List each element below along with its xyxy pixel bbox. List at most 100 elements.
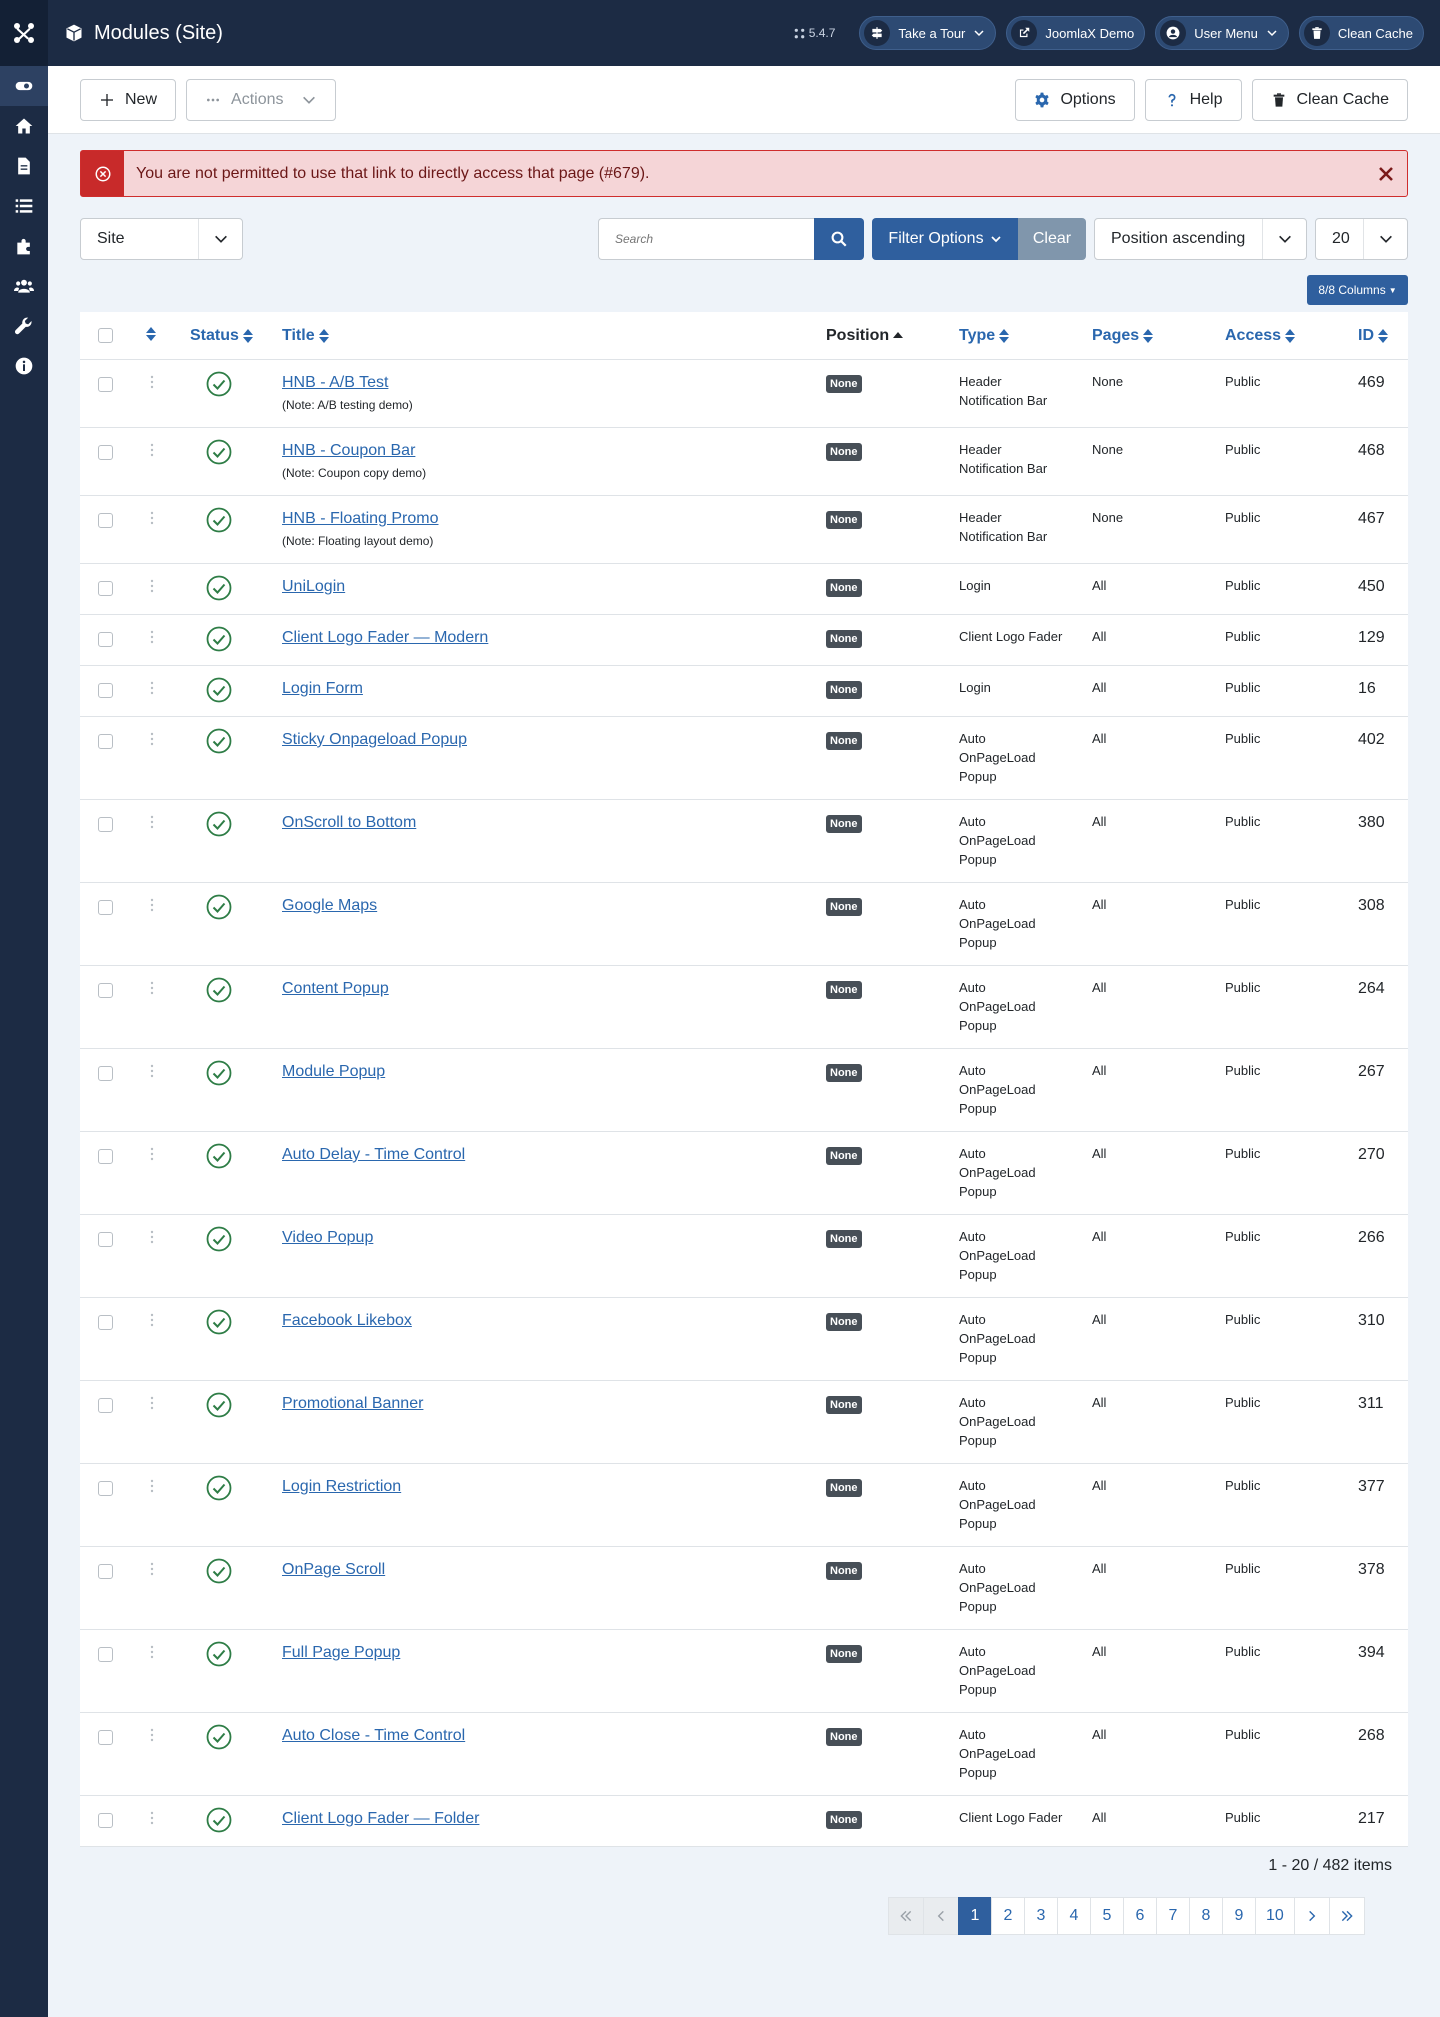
published-check-icon[interactable]	[206, 1558, 232, 1584]
page-button[interactable]: 8	[1189, 1897, 1223, 1935]
next-page-button[interactable]	[1293, 1897, 1330, 1935]
drag-handle-icon[interactable]	[150, 443, 154, 457]
page-button[interactable]: 5	[1090, 1897, 1124, 1935]
module-title-link[interactable]: Login Form	[282, 680, 363, 698]
module-title-link[interactable]: Promotional Banner	[282, 1395, 423, 1413]
drag-handle-icon[interactable]	[150, 1396, 154, 1410]
drag-handle-icon[interactable]	[150, 511, 154, 525]
row-checkbox[interactable]	[98, 1564, 113, 1579]
published-check-icon[interactable]	[206, 1475, 232, 1501]
row-checkbox[interactable]	[98, 513, 113, 528]
published-check-icon[interactable]	[206, 1641, 232, 1667]
drag-handle-icon[interactable]	[150, 732, 154, 746]
ordering-select[interactable]: Position ascending	[1094, 218, 1307, 260]
row-checkbox[interactable]	[98, 900, 113, 915]
published-check-icon[interactable]	[206, 371, 232, 397]
page-button[interactable]: 7	[1156, 1897, 1190, 1935]
module-title-link[interactable]: Facebook Likebox	[282, 1312, 412, 1330]
row-checkbox[interactable]	[98, 683, 113, 698]
row-checkbox[interactable]	[98, 1149, 113, 1164]
published-check-icon[interactable]	[206, 1060, 232, 1086]
row-checkbox[interactable]	[98, 377, 113, 392]
published-check-icon[interactable]	[206, 1392, 232, 1418]
published-check-icon[interactable]	[206, 439, 232, 465]
module-title-link[interactable]: UniLogin	[282, 578, 345, 596]
users-icon[interactable]	[0, 266, 48, 306]
previous-page-button[interactable]	[923, 1897, 959, 1935]
drag-handle-icon[interactable]	[150, 815, 154, 829]
row-checkbox[interactable]	[98, 817, 113, 832]
published-check-icon[interactable]	[206, 728, 232, 754]
row-checkbox[interactable]	[98, 734, 113, 749]
published-check-icon[interactable]	[206, 1724, 232, 1750]
page-button[interactable]: 3	[1024, 1897, 1058, 1935]
page-button[interactable]: 9	[1222, 1897, 1256, 1935]
search-input[interactable]	[598, 218, 814, 260]
published-check-icon[interactable]	[206, 1143, 232, 1169]
module-title-link[interactable]: Google Maps	[282, 897, 377, 915]
published-check-icon[interactable]	[206, 626, 232, 652]
actions-button[interactable]: Actions	[186, 78, 337, 121]
drag-handle-icon[interactable]	[150, 1230, 154, 1244]
page-button[interactable]: 1	[958, 1897, 992, 1935]
module-title-link[interactable]: Auto Delay - Time Control	[282, 1146, 465, 1164]
module-title-link[interactable]: HNB - Coupon Bar	[282, 442, 415, 460]
module-title-link[interactable]: HNB - Floating Promo	[282, 510, 439, 528]
options-button[interactable]: Options	[1015, 78, 1135, 121]
id-header[interactable]: ID	[1358, 327, 1388, 345]
module-title-link[interactable]: Content Popup	[282, 980, 389, 998]
clear-button[interactable]: Clear	[1018, 218, 1086, 260]
home-icon[interactable]	[0, 106, 48, 146]
page-button[interactable]: 2	[991, 1897, 1025, 1935]
drag-handle-icon[interactable]	[150, 1147, 154, 1161]
module-title-link[interactable]: OnPage Scroll	[282, 1561, 385, 1579]
file-icon[interactable]	[0, 146, 48, 186]
page-button[interactable]: 6	[1123, 1897, 1157, 1935]
info-icon[interactable]	[0, 346, 48, 386]
site-preview-button[interactable]: JoomlaX Demo	[1006, 16, 1146, 50]
published-check-icon[interactable]	[206, 677, 232, 703]
module-title-link[interactable]: Sticky Onpageload Popup	[282, 731, 467, 749]
published-check-icon[interactable]	[206, 811, 232, 837]
published-check-icon[interactable]	[206, 1309, 232, 1335]
position-header[interactable]: Position	[826, 327, 904, 345]
drag-handle-icon[interactable]	[150, 1645, 154, 1659]
new-button[interactable]: New	[80, 78, 177, 121]
published-check-icon[interactable]	[206, 1807, 232, 1833]
header-clean-cache-button[interactable]: Clean Cache	[1298, 16, 1424, 50]
module-title-link[interactable]: Video Popup	[282, 1229, 373, 1247]
module-title-link[interactable]: Login Restriction	[282, 1478, 401, 1496]
module-title-link[interactable]: Full Page Popup	[282, 1644, 400, 1662]
close-icon[interactable]	[1377, 165, 1395, 183]
drag-handle-icon[interactable]	[150, 375, 154, 389]
take-a-tour-button[interactable]: Take a Tour	[859, 16, 997, 50]
row-checkbox[interactable]	[98, 1481, 113, 1496]
module-title-link[interactable]: Auto Close - Time Control	[282, 1727, 465, 1745]
search-button[interactable]	[814, 218, 864, 260]
drag-handle-icon[interactable]	[150, 1728, 154, 1742]
user-menu-button[interactable]: User Menu	[1155, 16, 1289, 50]
drag-handle-icon[interactable]	[150, 630, 154, 644]
limit-select[interactable]: 20	[1315, 218, 1408, 260]
drag-handle-icon[interactable]	[150, 1064, 154, 1078]
pages-header[interactable]: Pages	[1092, 327, 1154, 345]
row-checkbox[interactable]	[98, 1813, 113, 1828]
module-title-link[interactable]: Module Popup	[282, 1063, 385, 1081]
drag-handle-icon[interactable]	[150, 898, 154, 912]
row-checkbox[interactable]	[98, 445, 113, 460]
module-title-link[interactable]: Client Logo Fader — Modern	[282, 629, 488, 647]
published-check-icon[interactable]	[206, 977, 232, 1003]
drag-handle-icon[interactable]	[150, 681, 154, 695]
row-checkbox[interactable]	[98, 581, 113, 596]
type-header[interactable]: Type	[959, 327, 1010, 345]
row-checkbox[interactable]	[98, 1232, 113, 1247]
module-title-link[interactable]: OnScroll to Bottom	[282, 814, 416, 832]
drag-handle-icon[interactable]	[150, 981, 154, 995]
filter-options-button[interactable]: Filter Options	[872, 218, 1018, 260]
toggle-icon[interactable]	[0, 66, 48, 106]
wrench-icon[interactable]	[0, 306, 48, 346]
select-all-checkbox[interactable]	[98, 328, 113, 343]
drag-handle-icon[interactable]	[150, 579, 154, 593]
list-icon[interactable]	[0, 186, 48, 226]
row-checkbox[interactable]	[98, 1398, 113, 1413]
